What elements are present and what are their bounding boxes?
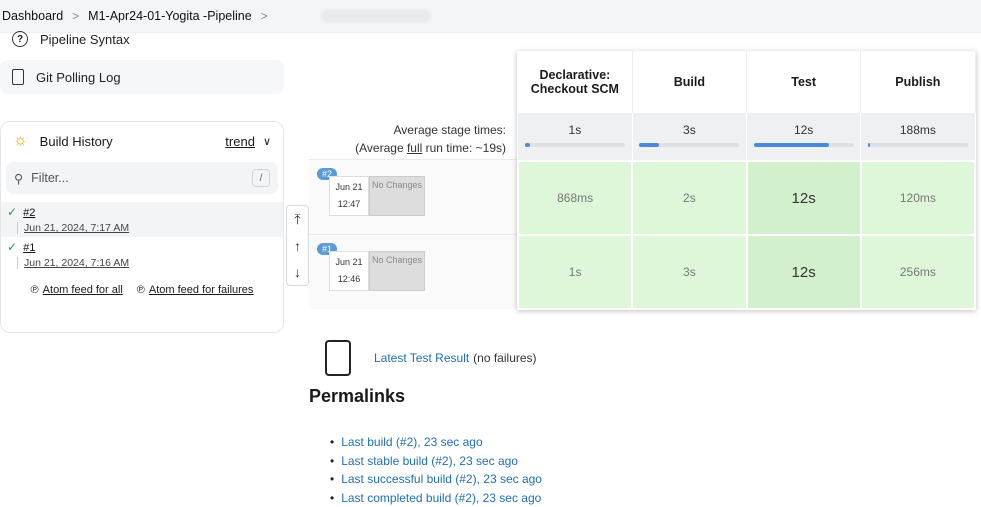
trend-link[interactable]: trend: [225, 134, 255, 149]
sidebar-item-label: Pipeline Syntax: [40, 32, 130, 47]
breadcrumb-blurred: [321, 9, 431, 23]
build-date[interactable]: Jun 21, 2024, 7:17 AM: [17, 222, 277, 234]
chevron-right-icon: >: [72, 9, 79, 23]
breadcrumb: Dashboard > M1-Apr24-01-Yogita -Pipeline…: [0, 0, 981, 33]
avg-run-prefix: (Average: [355, 141, 407, 155]
run-time: 12:46: [330, 271, 368, 288]
stage-progress-fill: [868, 143, 870, 147]
average-stage-times: Average stage times: (Average full run t…: [330, 121, 506, 157]
list-item[interactable]: Last stable build (#2), 23 sec ago: [330, 452, 542, 471]
stage-cell[interactable]: 12s: [747, 235, 861, 309]
success-icon: ✓: [7, 240, 17, 254]
sidebar-item-git-polling-log[interactable]: Git Polling Log: [0, 60, 284, 94]
avg-stage-label: Average stage times:: [330, 121, 506, 139]
avg-run-suffix: run time: ~19s): [422, 141, 506, 155]
test-result-suffix: (no failures): [473, 351, 536, 365]
feed-failures-label: Atom feed for failures: [149, 284, 254, 296]
success-icon: ✓: [7, 205, 17, 219]
stage-cell[interactable]: 12s: [747, 161, 861, 235]
full-run-link[interactable]: full: [407, 141, 422, 155]
build-number[interactable]: #2: [23, 207, 35, 219]
clipboard-icon: [325, 340, 351, 376]
run-changes: No Changes: [369, 176, 425, 216]
stage-progress-bar: [868, 143, 968, 147]
rss-icon: ℗: [31, 284, 39, 296]
stage-average: 188ms: [861, 113, 975, 161]
feed-failures-link[interactable]: ℗ Atom feed for failures: [137, 284, 254, 296]
stage-cell[interactable]: 1s: [518, 235, 632, 309]
chevron-right-icon[interactable]: >: [261, 9, 268, 23]
run-date: Jun 21: [330, 254, 368, 271]
run-row-1[interactable]: #1 Jun 2112:46 No Changes: [309, 234, 517, 309]
stage-average-value: 12s: [794, 123, 813, 137]
list-item[interactable]: Last successful build (#2), 23 sec ago: [330, 470, 542, 489]
sun-icon: ☼: [13, 132, 28, 150]
stage-cell[interactable]: 120ms: [861, 161, 975, 235]
stage-average-value: 188ms: [900, 123, 936, 137]
sidebar-item-label: Git Polling Log: [36, 70, 121, 85]
permalinks-title: Permalinks: [309, 386, 405, 407]
stage-average-value: 1s: [569, 123, 582, 137]
sidebar-item-pipeline-syntax[interactable]: ? Pipeline Syntax: [12, 31, 130, 47]
stage-view-table: Declarative: Checkout SCM Build Test Pub…: [517, 51, 976, 310]
stage-progress-fill: [525, 143, 530, 147]
run-datetime: Jun 2112:46: [329, 251, 369, 291]
list-item[interactable]: Last build (#2), 23 sec ago: [330, 433, 542, 452]
stage-cell[interactable]: 2s: [632, 161, 746, 235]
stage-cell[interactable]: 3s: [632, 235, 746, 309]
stage-cell[interactable]: 868ms: [518, 161, 632, 235]
stage-progress-fill: [639, 143, 659, 147]
build-number[interactable]: #1: [23, 242, 35, 254]
breadcrumb-dashboard[interactable]: Dashboard: [2, 9, 63, 23]
stage-header: Declarative: Checkout SCM: [518, 51, 632, 113]
list-item[interactable]: ✓ #1 Jun 21, 2024, 7:16 AM: [1, 237, 283, 272]
stage-average: 1s: [518, 113, 632, 161]
run-datetime: Jun 2112:47: [329, 176, 369, 216]
filter-input[interactable]: ⚲ Filter... /: [6, 162, 278, 194]
arrow-up-icon[interactable]: ↑: [294, 238, 301, 254]
scroll-nav: ⤒ ↑ ↓: [286, 205, 309, 286]
latest-test-result: Latest Test Result (no failures): [325, 340, 537, 376]
rss-icon: ℗: [137, 284, 145, 296]
atom-feeds: ℗ Atom feed for all ℗ Atom feed for failur…: [1, 284, 283, 296]
breadcrumb-pipeline[interactable]: M1-Apr24-01-Yogita -Pipeline: [88, 9, 252, 23]
run-changes: No Changes: [369, 251, 425, 291]
filter-placeholder: Filter...: [31, 171, 69, 185]
latest-test-result-link[interactable]: Latest Test Result: [374, 351, 469, 365]
stage-progress-bar: [525, 143, 625, 147]
permalinks-list: Last build (#2), 23 sec ago Last stable …: [330, 433, 542, 507]
avg-run-label: (Average full run time: ~19s): [330, 139, 506, 157]
chevron-down-icon[interactable]: ∨: [263, 135, 271, 148]
stage-progress-fill: [754, 143, 829, 147]
scroll-top-icon[interactable]: ⤒: [294, 211, 300, 228]
feed-all-link[interactable]: ℗ Atom feed for all: [31, 284, 123, 296]
stage-average-value: 3s: [683, 123, 696, 137]
stage-average: 12s: [747, 113, 861, 161]
stage-progress-bar: [754, 143, 854, 147]
arrow-down-icon[interactable]: ↓: [294, 264, 301, 280]
clipboard-icon: [12, 69, 24, 85]
stage-header: Publish: [861, 51, 975, 113]
build-history-title: Build History: [40, 134, 113, 149]
run-time: 12:47: [330, 196, 368, 213]
build-date[interactable]: Jun 21, 2024, 7:16 AM: [17, 257, 277, 269]
stage-average: 3s: [632, 113, 746, 161]
build-history-panel: ☼ Build History trend ∨ ⚲ Filter... / ✓ …: [0, 121, 284, 333]
run-date: Jun 21: [330, 179, 368, 196]
search-icon: ⚲: [14, 171, 23, 186]
help-icon: ?: [12, 31, 28, 47]
stage-header: Build: [632, 51, 746, 113]
list-item[interactable]: Last completed build (#2), 23 sec ago: [330, 489, 542, 507]
list-item[interactable]: ✓ #2 Jun 21, 2024, 7:17 AM: [1, 202, 283, 237]
feed-all-label: Atom feed for all: [43, 284, 123, 296]
stage-header: Test: [747, 51, 861, 113]
stage-cell[interactable]: 256ms: [861, 235, 975, 309]
filter-shortcut: /: [252, 169, 270, 187]
run-row-2[interactable]: #2 Jun 2112:47 No Changes: [309, 159, 517, 234]
stage-progress-bar: [639, 143, 739, 147]
